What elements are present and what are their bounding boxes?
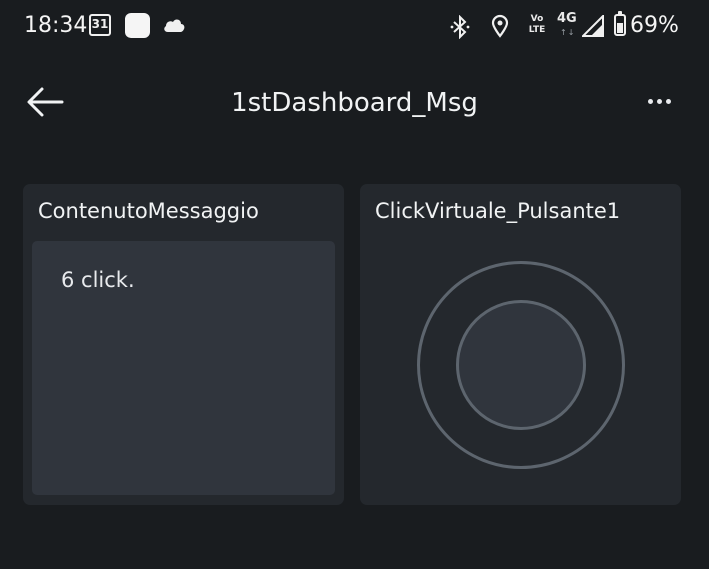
message-text: 6 click. (61, 268, 135, 292)
volte-label-top: Vo (530, 14, 544, 24)
overflow-menu-button[interactable] (640, 84, 678, 120)
volte-label-bottom: LTE (528, 25, 546, 35)
cloud-icon (164, 19, 185, 32)
calendar-icon: 31 (89, 14, 111, 36)
location-pin-icon (491, 14, 509, 38)
widget-title: ContenutoMessaggio (38, 199, 259, 223)
battery-percent: 69% (630, 13, 679, 38)
network-type-icon: 4G (557, 11, 577, 26)
battery-fill (617, 22, 623, 33)
widget-title: ClickVirtuale_Pulsante1 (375, 199, 621, 223)
button-inner-knob[interactable] (456, 300, 586, 430)
clock-time: 18:34 (24, 13, 88, 38)
virtual-push-button[interactable] (417, 261, 625, 469)
message-display: 6 click. (32, 241, 335, 495)
virtual-button-widget: ClickVirtuale_Pulsante1 (360, 184, 681, 505)
app-notification-icon (125, 13, 150, 38)
app-bar: 1stDashboard_Msg (0, 60, 709, 144)
more-dot-icon (648, 99, 653, 104)
message-widget: ContenutoMessaggio 6 click. (23, 184, 344, 505)
page-title: 1stDashboard_Msg (231, 88, 478, 118)
data-activity-icon: ↑↓ (560, 28, 576, 37)
battery-icon (614, 11, 626, 36)
more-dot-icon (657, 99, 662, 104)
status-bar: 18:34 31 Vo LTE 4G ↑↓ 69% (0, 0, 709, 52)
cell-signal-icon (582, 15, 604, 37)
more-dot-icon (666, 99, 671, 104)
bluetooth-icon (450, 15, 470, 39)
volte-icon: Vo LTE (524, 14, 550, 38)
